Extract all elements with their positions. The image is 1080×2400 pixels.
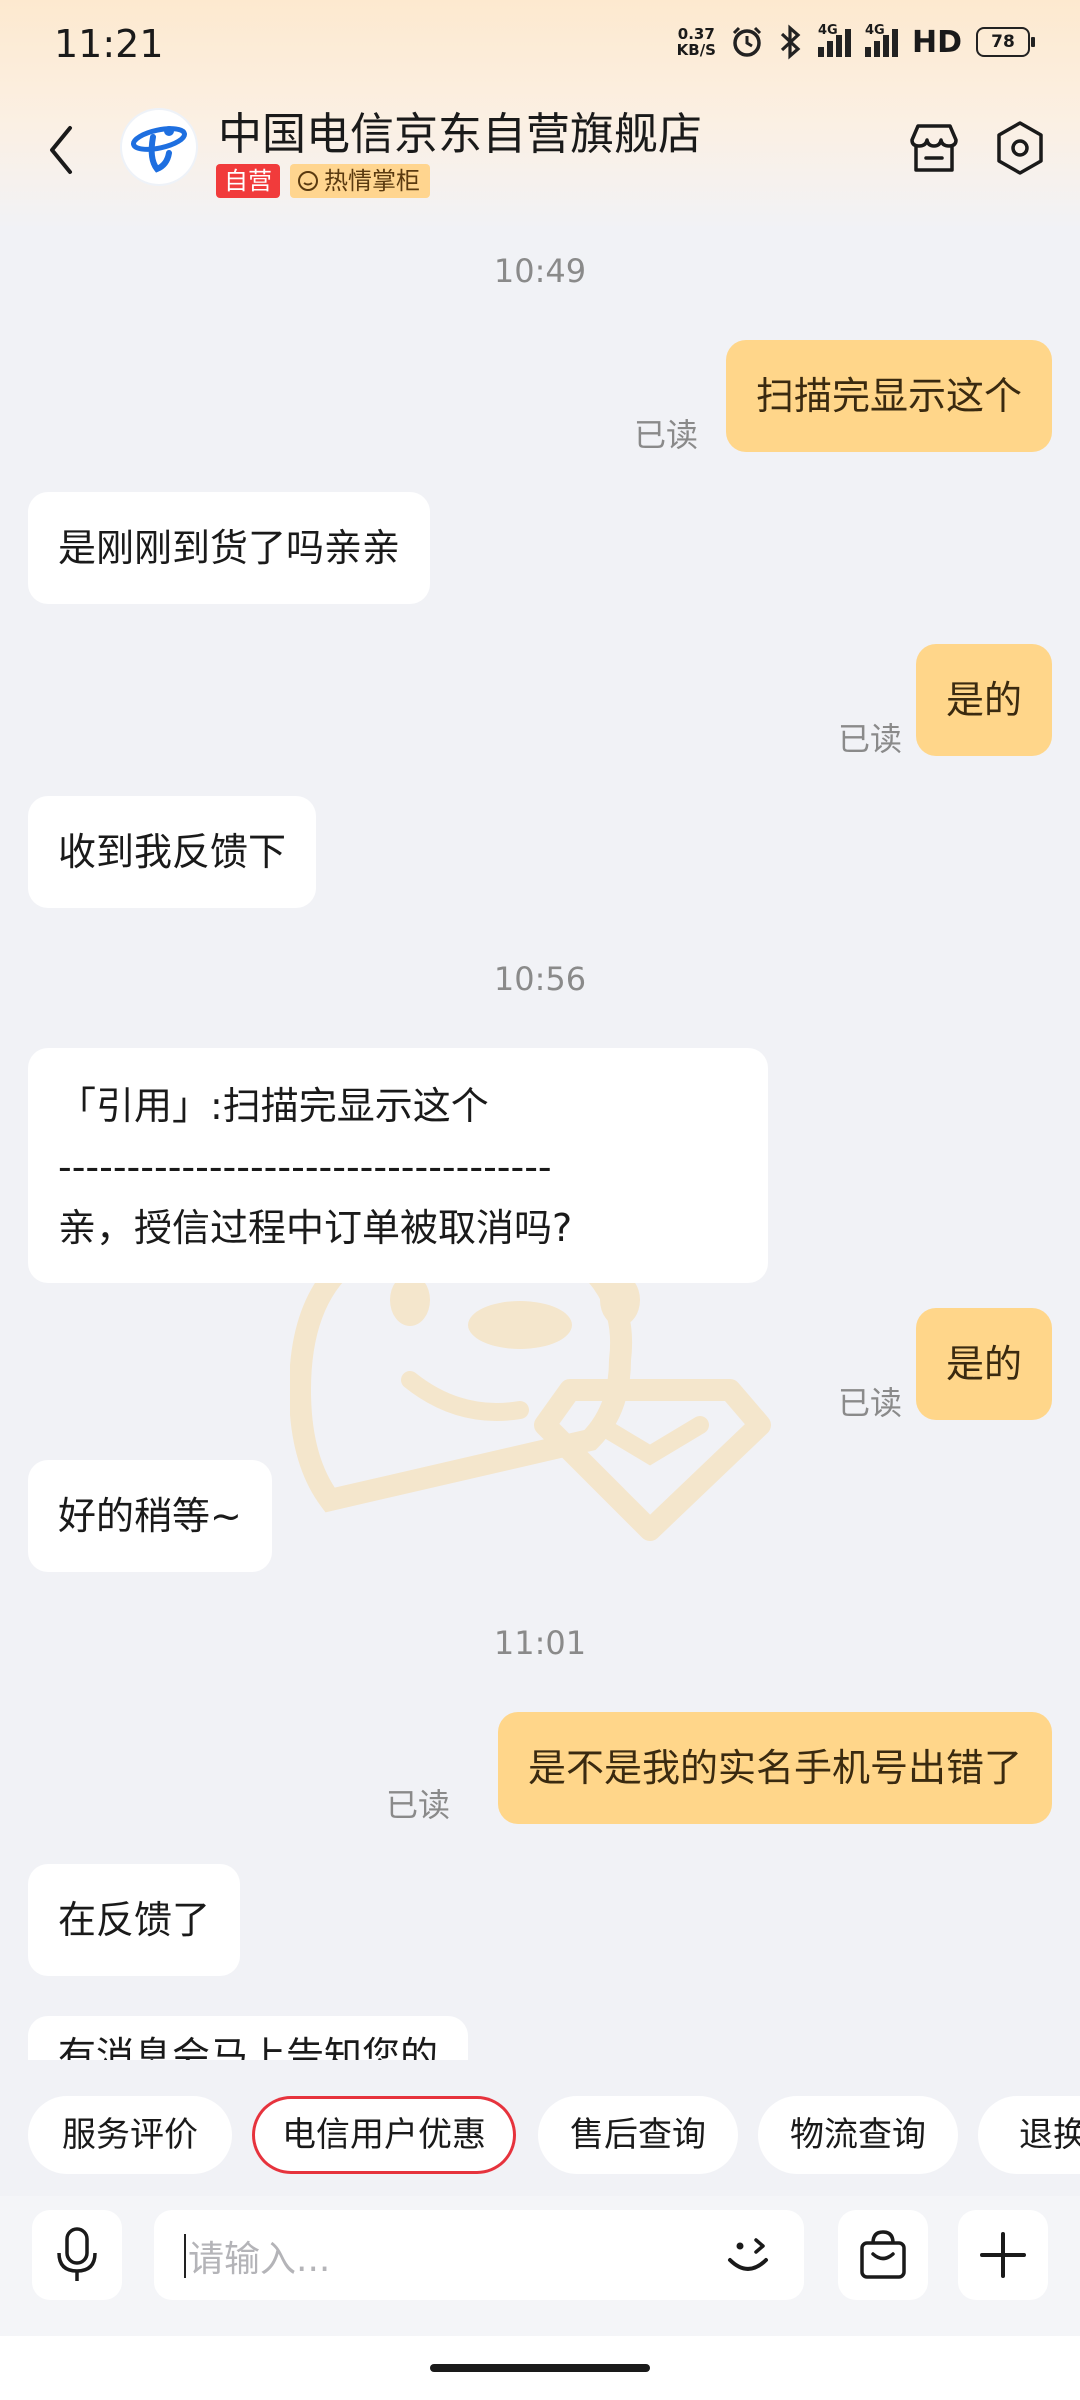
emoji-icon[interactable]	[718, 2226, 778, 2286]
read-receipt: 已读	[838, 1384, 903, 1422]
outgoing-message[interactable]: 是不是我的实名手机号出错了	[497, 1712, 1052, 1824]
input-placeholder: 请输入...	[188, 2239, 331, 2280]
shopping-bag-icon	[860, 2230, 906, 2279]
settings-icon[interactable]	[990, 118, 1050, 178]
bluetooth-icon	[780, 24, 801, 60]
alarm-icon	[732, 26, 762, 57]
read-receipt: 已读	[386, 1786, 451, 1824]
network-speed: 0.37 KB/S	[676, 25, 716, 59]
microphone-icon	[57, 2227, 97, 2281]
quick-reply-logistics[interactable]: 物流查询	[758, 2096, 958, 2174]
text-caret	[184, 2234, 186, 2278]
partial-message-clip: 有消息会马上告知您的	[0, 2016, 1080, 2060]
store-tags: 自营 热情掌柜	[216, 164, 430, 198]
battery-icon: 78	[976, 27, 1035, 57]
quick-reply-telecom-discount[interactable]: 电信用户优惠	[252, 2096, 516, 2174]
store-icon[interactable]	[904, 118, 964, 178]
back-arrow-icon[interactable]	[40, 118, 84, 182]
home-indicator[interactable]	[430, 2364, 650, 2372]
incoming-message[interactable]: 是刚刚到货了吗亲亲	[28, 492, 431, 604]
incoming-message[interactable]: 在反馈了	[28, 1864, 241, 1976]
timestamp: 11:01	[493, 1624, 587, 1662]
signal-icon-2: 4G	[864, 23, 898, 57]
quick-reply-service-rating[interactable]: 服务评价	[28, 2096, 232, 2174]
quick-reply-after-sales[interactable]: 售后查询	[538, 2096, 738, 2174]
status-bar: 11:21 0.37 KB/S 4G 4G HD 78	[0, 0, 1080, 90]
read-receipt: 已读	[838, 720, 903, 758]
telecom-logo-icon	[130, 126, 188, 173]
message-input[interactable]: 请输入...	[154, 2210, 804, 2300]
quote-divider: ------------------------------------	[58, 1145, 552, 1189]
signal-icon-1: 4G	[817, 23, 851, 57]
chat-header: 中国电信京东自营旗舰店 自营 热情掌柜	[0, 90, 1080, 220]
more-button[interactable]	[958, 2210, 1048, 2300]
voice-button[interactable]	[32, 2210, 122, 2300]
clock: 11:21	[54, 22, 164, 66]
incoming-message[interactable]: 收到我反馈下	[28, 796, 317, 908]
status-icons: 0.37 KB/S 4G 4G HD 78	[676, 23, 1035, 60]
incoming-message[interactable]: 有消息会马上告知您的	[28, 2016, 469, 2060]
timestamp: 10:56	[493, 960, 587, 998]
outgoing-message[interactable]: 是的	[915, 644, 1052, 756]
quoted-text: 「引用」:扫描完显示这个	[58, 1084, 489, 1128]
hd-indicator: HD	[911, 24, 962, 60]
incoming-message[interactable]: 好的稍等~	[28, 1460, 272, 1572]
store-logo[interactable]	[122, 110, 196, 184]
plus-icon	[980, 2232, 1026, 2278]
input-bar: 请输入...	[0, 2196, 1080, 2336]
outgoing-message[interactable]: 是的	[915, 1308, 1052, 1420]
quick-reply-return[interactable]: 退换	[978, 2096, 1080, 2174]
self-operated-badge: 自营	[216, 164, 280, 198]
reply-text: 亲，授信过程中订单被取消吗?	[58, 1206, 573, 1250]
incoming-quote-message[interactable]: 「引用」:扫描完显示这个 ---------------------------…	[28, 1048, 768, 1283]
timestamp: 10:49	[493, 252, 587, 290]
order-bag-button[interactable]	[838, 2210, 928, 2300]
store-name: 中国电信京东自营旗舰店	[218, 109, 702, 160]
host-badge: 热情掌柜	[290, 164, 430, 198]
quick-reply-bar: 服务评价 电信用户优惠 售后查询 物流查询 退换	[0, 2096, 1080, 2176]
read-receipt: 已读	[634, 416, 699, 454]
outgoing-message[interactable]: 扫描完显示这个	[725, 340, 1052, 452]
smile-badge-icon	[298, 171, 318, 191]
